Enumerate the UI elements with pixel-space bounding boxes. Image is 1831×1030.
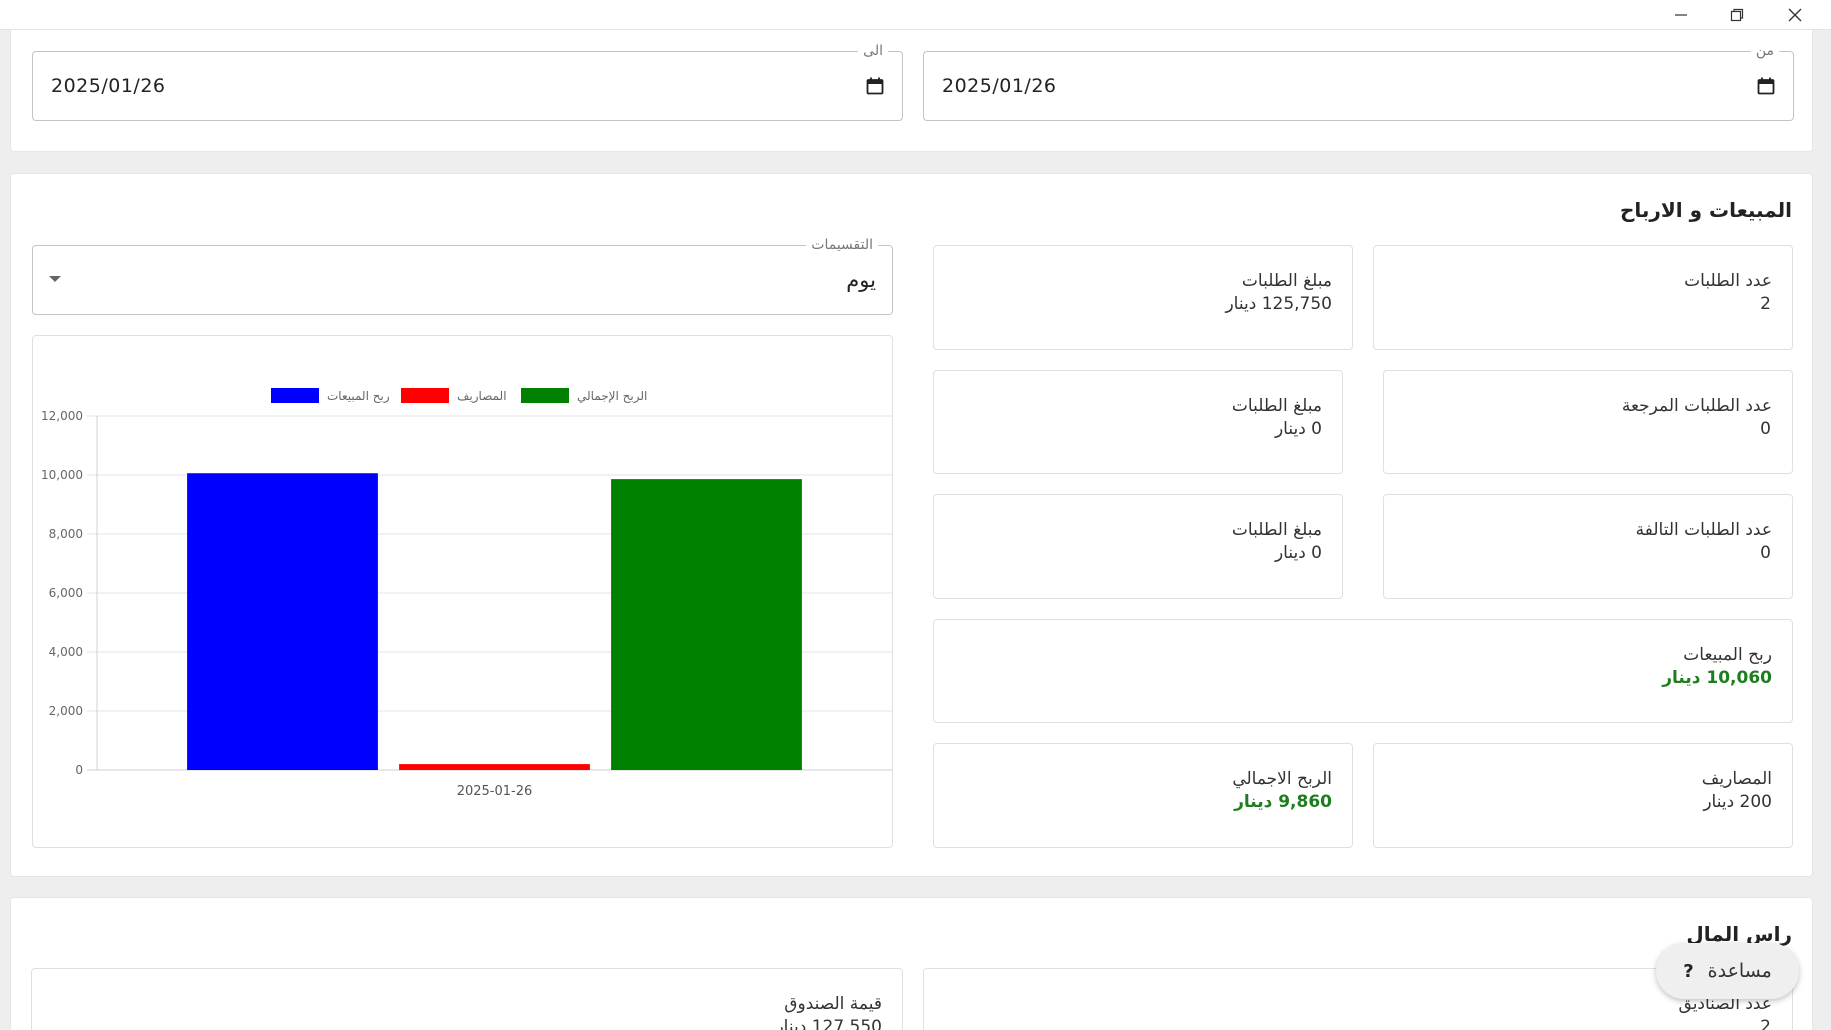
returned-amount-box: مبلغ الطلبات 0 دينار [933,370,1343,474]
orders-amount-value: 125,750 دينار [1225,294,1332,314]
damaged-amount-label: مبلغ الطلبات [1231,520,1322,540]
sales-chart: 0 2,000 4,000 6,000 8,000 10,000 12,000 2025-01… [32,335,893,848]
sales-profit-value: 10,060 دينار [1662,668,1772,688]
date-to-value: 2025/01/26 [51,75,166,97]
orders-amount-label: مبلغ الطلبات [1241,271,1332,291]
orders-count-box: عدد الطلبات 2 [1373,245,1793,350]
returned-amount-value: 0 دينار [1274,419,1322,439]
returned-count-label: عدد الطلبات المرجعة [1621,396,1772,416]
date-from-value: 2025/01/26 [942,75,1057,97]
legend-label: المصاريف [457,389,507,404]
y-tick-label: 12,000 [41,409,83,423]
returned-count-box: عدد الطلبات المرجعة 0 [1383,370,1793,474]
damaged-count-label: عدد الطلبات التالفة [1635,520,1772,540]
y-tick-label: 8,000 [49,527,83,541]
date-from-label: من [1750,42,1779,60]
legend-swatch [271,388,319,403]
damaged-amount-value: 0 دينار [1274,543,1322,563]
restore-icon [1730,8,1744,22]
y-tick-label: 0 [75,763,83,777]
date-from-field[interactable]: من 2025/01/26 [923,42,1794,121]
boxes-count-value: 2 [1760,1017,1772,1030]
close-button[interactable] [1767,0,1823,30]
help-button[interactable]: مساعدة ? [1656,943,1799,999]
boxes-count-label: عدد الصناديق [1678,994,1772,1014]
sales-profit-label: ربح المبيعات [1683,645,1772,665]
legend-swatch [401,388,449,403]
bar-2 [399,764,590,770]
damaged-count-box: عدد الطلبات التالفة 0 [1383,494,1793,599]
bar-1 [187,473,378,770]
sales-chart-svg: 0 2,000 4,000 6,000 8,000 10,000 12,000 2025-01… [41,388,892,799]
sales-section-title: المبيعات و الارباح [1619,198,1792,222]
bar-3 [611,479,802,770]
sales-profit-box: ربح المبيعات 10,060 دينار [933,619,1793,723]
date-to-field[interactable]: الى 2025/01/26 [32,42,903,121]
divisions-select[interactable]: التقسيمات يوم [32,236,893,315]
legend-label: الربح الإجمالي [577,389,647,404]
box-value-box: قيمة الصندوق 127,550 دينار [31,968,903,1030]
legend-label: ربح المبيعات [327,389,390,404]
y-tick-label: 2,000 [49,704,83,718]
divisions-value: يوم [846,268,876,292]
returned-amount-label: مبلغ الطلبات [1231,396,1322,416]
orders-amount-box: مبلغ الطلبات 125,750 دينار [933,245,1353,350]
dropdown-arrow-icon [49,276,61,282]
y-tick-label: 10,000 [41,468,83,482]
minimize-icon [1675,14,1687,16]
expenses-box: المصاريف 200 دينار [1373,743,1793,848]
gross-profit-value: 9,860 دينار [1234,792,1332,812]
minimize-button[interactable] [1653,0,1709,30]
damaged-count-value: 0 [1760,543,1772,563]
gross-profit-label: الربح الاجمالي [1232,769,1332,789]
expenses-label: المصاريف [1701,769,1772,789]
date-filter-card: الى 2025/01/26 من 2025/01/26 [10,30,1813,152]
capital-card: راس المال عدد الصناديق 2 قيمة الصندوق 12… [10,897,1813,1030]
gross-profit-box: الربح الاجمالي 9,860 دينار [933,743,1353,848]
orders-count-label: عدد الطلبات [1684,271,1772,291]
damaged-amount-box: مبلغ الطلبات 0 دينار [933,494,1343,599]
date-to-label: الى [858,42,888,60]
close-icon [1788,8,1802,22]
calendar-icon[interactable] [866,77,884,95]
calendar-icon[interactable] [1757,77,1775,95]
orders-count-value: 2 [1760,294,1772,314]
expenses-value: 200 دينار [1703,792,1772,812]
sales-profits-card: المبيعات و الارباح عدد الطلبات 2 مبلغ ال… [10,173,1813,877]
box-value-label: قيمة الصندوق [784,994,882,1014]
window-titlebar [0,0,1831,30]
returned-count-value: 0 [1760,419,1772,439]
box-value-value: 127,550 دينار [775,1017,882,1030]
restore-button[interactable] [1709,0,1765,30]
x-tick-label: 2025-01-26 [457,784,533,799]
legend-swatch [521,388,569,403]
help-label: مساعدة [1707,960,1772,982]
y-tick-label: 6,000 [49,586,83,600]
help-question-icon: ? [1683,960,1694,982]
y-tick-label: 4,000 [49,645,83,659]
